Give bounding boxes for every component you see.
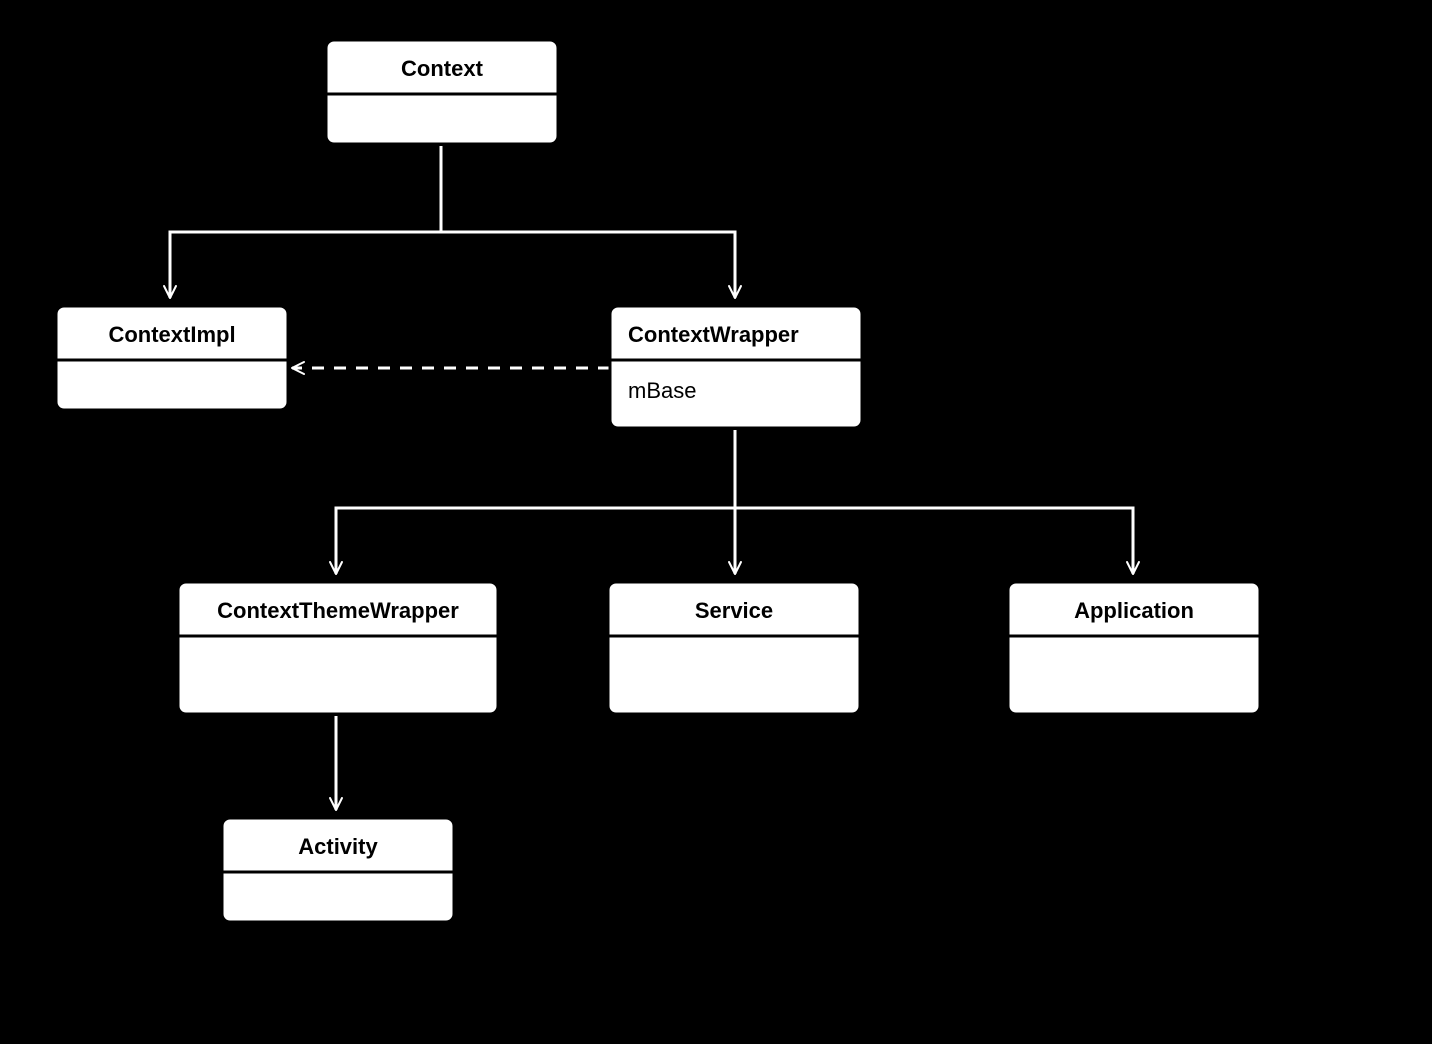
- class-activity: Activity: [222, 818, 454, 922]
- uml-class-diagram: Context ContextImpl ContextWrapper mBase…: [0, 0, 1432, 1044]
- class-application: Application: [1008, 582, 1260, 714]
- class-service-name: Service: [695, 598, 773, 623]
- class-context: Context: [326, 40, 558, 144]
- class-contextwrapper-attr-0: mBase: [628, 378, 696, 403]
- class-contextthemewrapper-name: ContextThemeWrapper: [217, 598, 459, 623]
- class-contextwrapper-name: ContextWrapper: [628, 322, 799, 347]
- class-application-name: Application: [1074, 598, 1194, 623]
- class-service: Service: [608, 582, 860, 714]
- class-activity-name: Activity: [298, 834, 378, 859]
- class-contextthemewrapper: ContextThemeWrapper: [178, 582, 498, 714]
- class-contextimpl: ContextImpl: [56, 306, 288, 410]
- class-context-name: Context: [401, 56, 484, 81]
- class-contextwrapper: ContextWrapper mBase: [610, 306, 862, 428]
- class-contextimpl-name: ContextImpl: [108, 322, 235, 347]
